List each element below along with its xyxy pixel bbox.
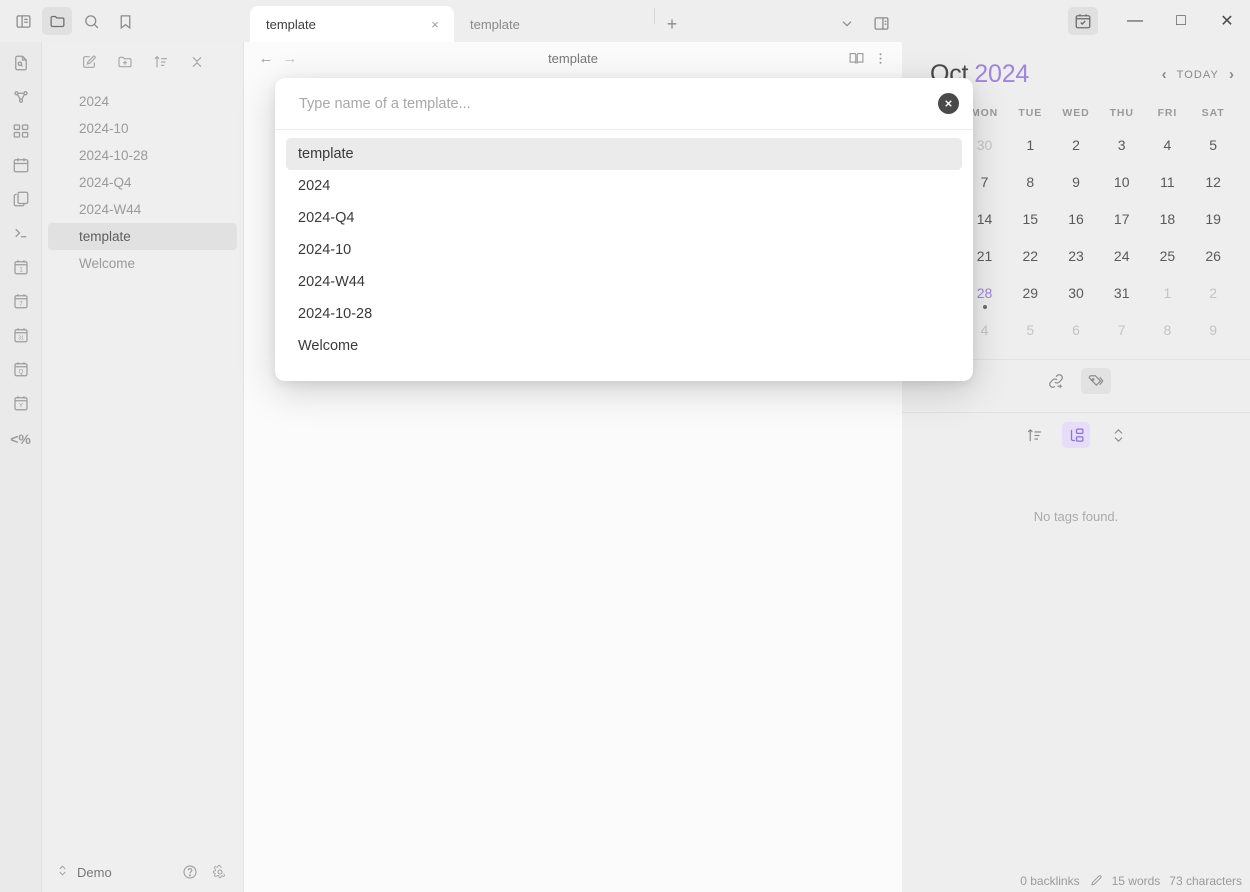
- suggestion-item-template[interactable]: template: [286, 138, 962, 170]
- suggestion-item-2024[interactable]: 2024: [286, 170, 962, 202]
- modal-input-row: [275, 78, 973, 130]
- suggestion-item-welcome[interactable]: Welcome: [286, 330, 962, 362]
- close-icon[interactable]: [938, 93, 959, 114]
- template-picker-modal: template 2024 2024-Q4 2024-10 2024-W44 2…: [275, 78, 973, 381]
- suggestion-item-2024-10-28[interactable]: 2024-10-28: [286, 298, 962, 330]
- modal-overlay[interactable]: template 2024 2024-Q4 2024-10 2024-W44 2…: [0, 0, 1250, 892]
- template-search-input[interactable]: [299, 95, 938, 112]
- template-suggestion-list: template 2024 2024-Q4 2024-10 2024-W44 2…: [275, 130, 973, 362]
- suggestion-item-2024-q4[interactable]: 2024-Q4: [286, 202, 962, 234]
- suggestion-item-2024-10[interactable]: 2024-10: [286, 234, 962, 266]
- suggestion-item-2024-w44[interactable]: 2024-W44: [286, 266, 962, 298]
- obsidian-window: template × template + — □ ✕ 1 7 31 Q Y <…: [0, 0, 1250, 892]
